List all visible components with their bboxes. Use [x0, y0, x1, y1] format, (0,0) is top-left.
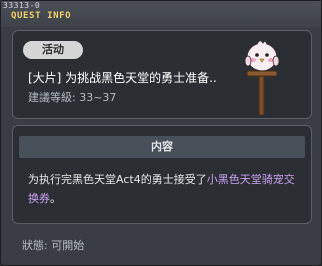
quest-id: 33313-0: [3, 1, 41, 10]
quest-category-badge: 活动: [23, 41, 83, 59]
content-header: 内容: [19, 136, 305, 158]
pink-chick-on-post-icon: [237, 37, 287, 117]
window-header: 33313-0 QUEST INFO: [1, 1, 321, 27]
description-end: 。: [50, 192, 61, 205]
quest-description: 为执行完黑色天堂Act4的勇士接受了小黑色天堂骑宠交换券。: [28, 170, 303, 208]
window-title: QUEST INFO: [11, 11, 72, 21]
description-text: 为执行完黑色天堂Act4的勇士接受了: [28, 173, 207, 186]
quest-info-window: 33313-0 QUEST INFO 活动 [大片] 为挑战黑色天堂的勇士准备.…: [0, 0, 322, 266]
quest-status: 狀態: 可開始: [22, 239, 85, 252]
quest-content-panel: 内容 为执行完黑色天堂Act4的勇士接受了小黑色天堂骑宠交换券。: [12, 125, 312, 224]
recommended-level: 建議等級: 33~37: [28, 91, 117, 104]
quest-name: [大片] 为挑战黑色天堂的勇士准备..: [28, 71, 217, 85]
